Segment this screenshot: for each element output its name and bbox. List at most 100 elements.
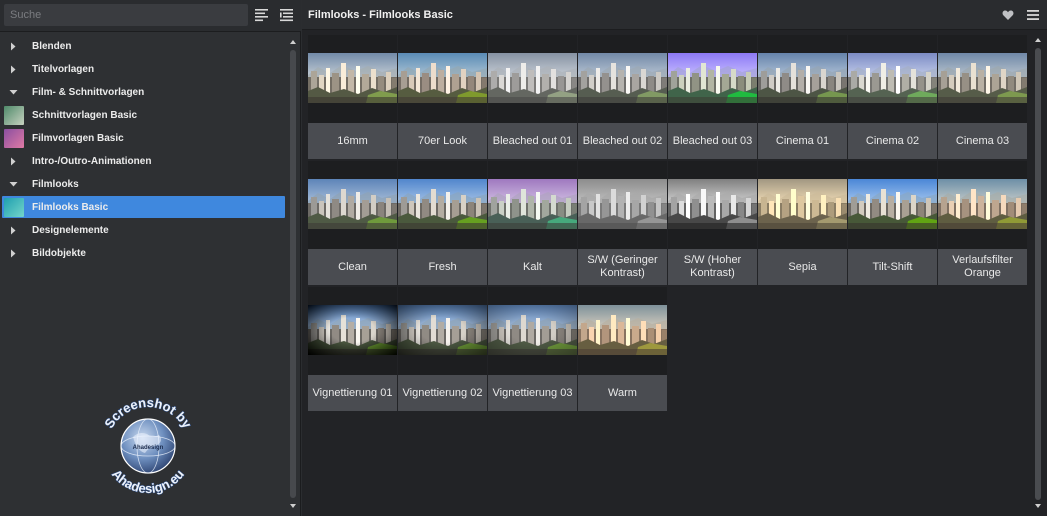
effect-caption: Cinema 01	[758, 123, 847, 159]
effect-preview-image	[758, 53, 847, 103]
effect-caption: S/W (Hoher Kontrast)	[668, 249, 757, 285]
sort-list-icon[interactable]	[254, 7, 270, 23]
tree-item-label: Intro-/Outro-Animationen	[32, 156, 152, 167]
effect-caption: Fresh	[398, 249, 487, 285]
tree-item-label: Designelemente	[32, 225, 109, 236]
effect-caption: Cinema 03	[938, 123, 1027, 159]
effect-caption: 16mm	[308, 123, 397, 159]
category-thumbnail-icon	[4, 106, 24, 125]
library-scrollbar[interactable]	[288, 38, 298, 512]
tree-item-label: Filmvorlagen Basic	[32, 133, 124, 144]
tree-item-schnittvorlagen-basic[interactable]: Schnittvorlagen Basic	[0, 104, 288, 127]
effect-tile[interactable]: Fresh	[398, 161, 487, 285]
tree-item-bildobjekte[interactable]: Bildobjekte	[0, 242, 288, 265]
effect-tile[interactable]: Cinema 03	[938, 35, 1027, 159]
category-thumbnail-icon	[4, 198, 24, 217]
heart-icon[interactable]	[1002, 9, 1014, 21]
effects-scrollbar[interactable]	[1032, 34, 1044, 512]
vignette-overlay	[308, 305, 397, 355]
chevron-right-icon[interactable]	[9, 150, 21, 173]
effect-preview-image	[938, 179, 1027, 229]
effect-preview-image	[488, 53, 577, 103]
tree-item-filmlooks[interactable]: Filmlooks	[0, 173, 288, 196]
effect-preview-image	[848, 179, 937, 229]
effect-caption: Kalt	[488, 249, 577, 285]
effect-preview-image	[578, 179, 667, 229]
category-tree: Blenden Titelvorlagen Film- & Schnittvorla…	[0, 35, 288, 265]
effect-tile[interactable]: Bleached out 02	[578, 35, 667, 159]
tree-item-label: Filmlooks Basic	[32, 202, 109, 213]
effect-preview-image	[668, 179, 757, 229]
effect-caption: Vignettierung 02	[398, 375, 487, 411]
effect-caption: Bleached out 02	[578, 123, 667, 159]
svg-text:Ahadesign: Ahadesign	[133, 445, 164, 451]
effect-caption: Vignettierung 01	[308, 375, 397, 411]
effect-tile[interactable]: Verlaufsfilter Orange	[938, 161, 1027, 285]
effect-tile[interactable]: Warm	[578, 287, 667, 411]
effect-caption: Tilt-Shift	[848, 249, 937, 285]
effect-caption: Bleached out 01	[488, 123, 577, 159]
menu-icon[interactable]	[1026, 8, 1040, 22]
effect-preview-image	[398, 305, 487, 355]
effect-tile[interactable]: Tilt-Shift	[848, 161, 937, 285]
tree-item-label: Titelvorlagen	[32, 64, 95, 75]
effect-tile[interactable]: S/W (Hoher Kontrast)	[668, 161, 757, 285]
tree-item-label: Bildobjekte	[32, 248, 86, 259]
chevron-down-icon[interactable]	[9, 173, 21, 196]
scrollbar-thumb[interactable]	[290, 50, 296, 498]
page-title: Filmlooks - Filmlooks Basic	[308, 9, 453, 21]
effect-preview-image	[488, 179, 577, 229]
search-input[interactable]	[4, 4, 248, 26]
effect-preview-image	[398, 53, 487, 103]
scroll-up-icon[interactable]	[1034, 36, 1042, 44]
scroll-down-icon[interactable]	[1034, 502, 1042, 510]
effect-tile[interactable]: Bleached out 01	[488, 35, 577, 159]
effect-tile[interactable]: 16mm	[308, 35, 397, 159]
effect-preview-image	[488, 305, 577, 355]
watermark-logo: Ahadesign Screenshot by Ahadesign.eu	[101, 394, 196, 496]
tree-item-blenden[interactable]: Blenden	[0, 35, 288, 58]
scroll-down-icon[interactable]	[289, 502, 297, 510]
effect-tile[interactable]: Cinema 01	[758, 35, 847, 159]
effect-caption: S/W (Geringer Kontrast)	[578, 249, 667, 285]
tree-item-label: Blenden	[32, 41, 72, 52]
tree-item-filmlooks-basic[interactable]: Filmlooks Basic	[0, 196, 288, 219]
tree-view-icon[interactable]	[279, 7, 295, 23]
tree-item-label: Film- & Schnittvorlagen	[32, 87, 145, 98]
effect-preview-image	[398, 179, 487, 229]
effect-tile[interactable]: Clean	[308, 161, 397, 285]
effects-panel: Filmlooks - Filmlooks Basic 16mm 70er Lo…	[302, 0, 1047, 516]
effect-tile[interactable]: 70er Look	[398, 35, 487, 159]
effect-tile[interactable]: Cinema 02	[848, 35, 937, 159]
effect-tile[interactable]: Vignettierung 02	[398, 287, 487, 411]
tree-item-designelemente[interactable]: Designelemente	[0, 219, 288, 242]
chevron-right-icon[interactable]	[9, 219, 21, 242]
tree-item-film-schnittvorlagen[interactable]: Film- & Schnittvorlagen	[0, 81, 288, 104]
chevron-down-icon[interactable]	[9, 81, 21, 104]
effect-tile[interactable]: Vignettierung 03	[488, 287, 577, 411]
tree-item-intro-outro-animationen[interactable]: Intro-/Outro-Animationen	[0, 150, 288, 173]
effect-preview-image	[308, 305, 397, 355]
effect-caption: Verlaufsfilter Orange	[938, 249, 1027, 285]
tree-item-label: Schnittvorlagen Basic	[32, 110, 138, 121]
effect-tile[interactable]: S/W (Geringer Kontrast)	[578, 161, 667, 285]
scrollbar-thumb[interactable]	[1035, 48, 1041, 500]
chevron-right-icon[interactable]	[9, 242, 21, 265]
category-thumbnail-icon	[4, 129, 24, 148]
chevron-right-icon[interactable]	[9, 35, 21, 58]
effect-preview-image	[308, 179, 397, 229]
chevron-right-icon[interactable]	[9, 58, 21, 81]
effect-preview-image	[668, 53, 757, 103]
effect-tile[interactable]: Sepia	[758, 161, 847, 285]
effect-caption: Cinema 02	[848, 123, 937, 159]
effect-preview-image	[308, 53, 397, 103]
effect-tile[interactable]: Bleached out 03	[668, 35, 757, 159]
effect-tile[interactable]: Kalt	[488, 161, 577, 285]
tree-item-filmvorlagen-basic[interactable]: Filmvorlagen Basic	[0, 127, 288, 150]
scroll-up-icon[interactable]	[289, 38, 297, 46]
vignette-overlay	[488, 305, 577, 355]
tree-item-titelvorlagen[interactable]: Titelvorlagen	[0, 58, 288, 81]
effect-tile[interactable]: Vignettierung 01	[308, 287, 397, 411]
effect-caption: Warm	[578, 375, 667, 411]
effect-preview-image	[938, 53, 1027, 103]
